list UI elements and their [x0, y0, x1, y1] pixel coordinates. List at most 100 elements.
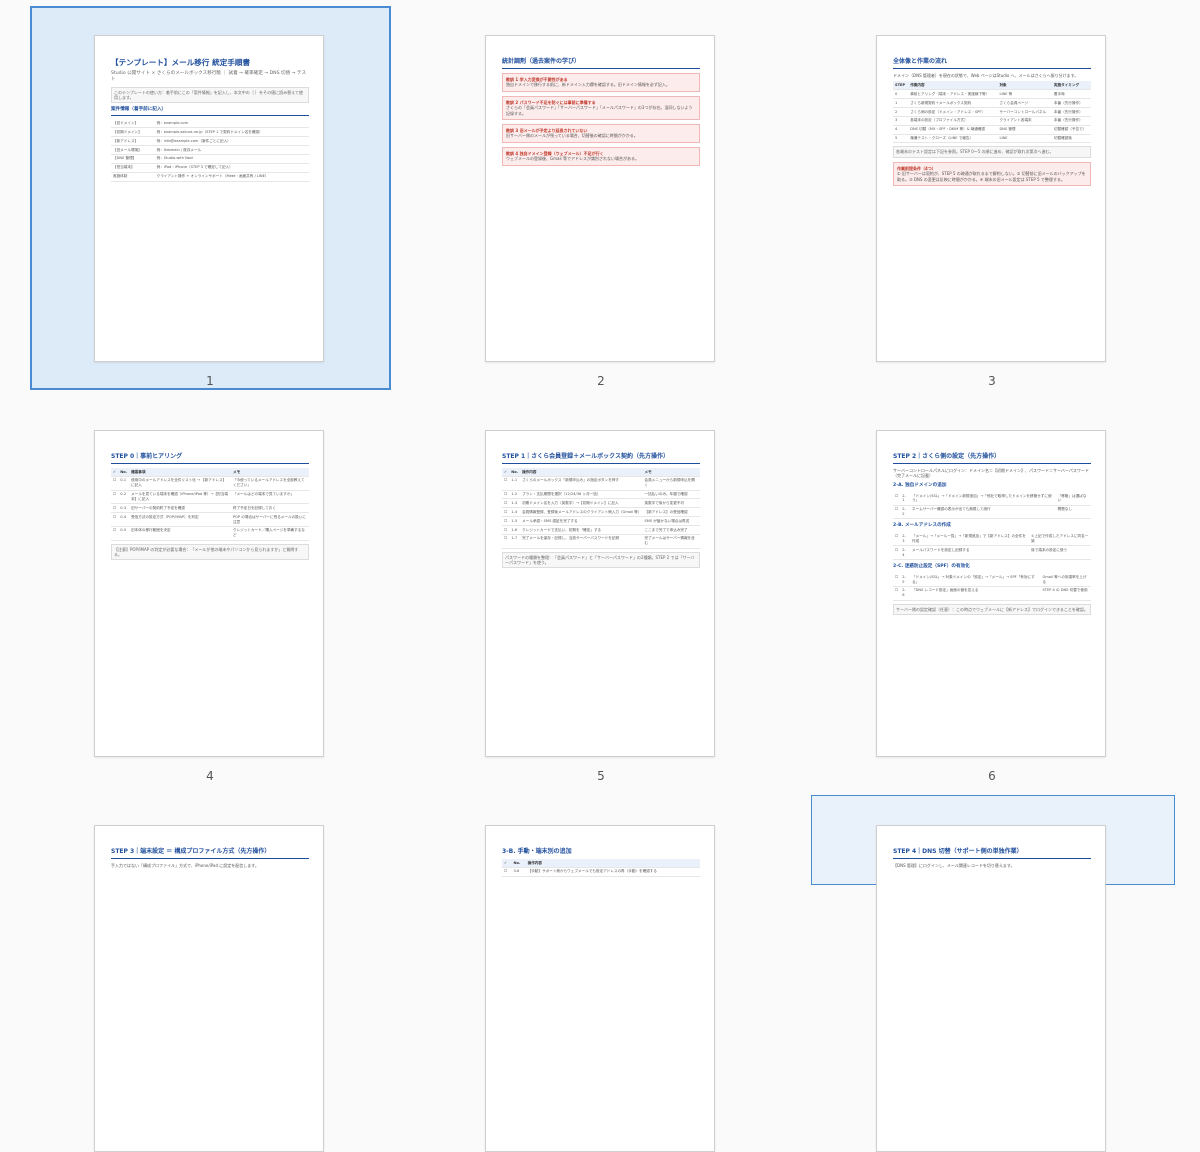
- table-cell: 切替確認後: [1051, 134, 1091, 144]
- table-cell: クライアント操作 + オンラインサポート（Meet・画面共有 / LINE）: [154, 172, 309, 182]
- table-cell: 3: [893, 116, 909, 126]
- table-row: ☐ 1-3 初期ドメイン名を入力（英数字）→【初期ドメイン】に記入 英数字で後から変更…: [502, 498, 700, 509]
- checkbox[interactable]: ☐: [502, 525, 510, 535]
- section-heading: 2-B. メールアドレスの作成: [893, 523, 951, 529]
- checklist-table: ✓ No. 確認事項 メモ ☐ 0-1 使用中のメールアドレスを全件リスト化 → 【新アド…: [111, 468, 309, 541]
- page-preview-9[interactable]: STEP 4｜DNS 切替（サポート側の単独作業） 【DNS 管理】にログインし…: [876, 825, 1106, 1152]
- column-header: No.: [118, 468, 130, 477]
- column-header: 操作内容: [520, 468, 643, 477]
- table-cell: 使用中のメールアドレスを全件リスト化 → 【新アドレス】に記入: [129, 476, 231, 491]
- checkbox[interactable]: ☐: [111, 512, 119, 527]
- page-preview-7[interactable]: STEP 3｜端末設定 ＝ 構成プロファイル方式（先方操作） 手入力ではない「構…: [94, 825, 324, 1152]
- page-note: 【注意】POP/IMAP の判定が必要な場合：「メールが他の端末やパソコンから見…: [111, 543, 309, 561]
- table-cell: クライアント各端末: [997, 116, 1052, 126]
- page-heading: 3-B. 手動・端末別の追加: [502, 848, 572, 855]
- table-cell: さくら会員ページ: [997, 98, 1052, 109]
- checkbox[interactable]: ☐: [502, 507, 510, 518]
- table-cell: 旧サーバーの契約終了予定を確認: [129, 503, 231, 514]
- page-preview-3[interactable]: 全体像と作業の流れ ドメイン（DNS 管理者）を現在の状態で、Web ページはS…: [876, 35, 1106, 362]
- column-header: メモ: [642, 468, 700, 477]
- flow-table: STEP 作業内容 対象 実施タイミング 0 事前ヒアリング（端末・アドレス・実施線下等…: [893, 81, 1091, 144]
- table-row: ☐ 0-3 旧サーバーの契約終了予定を確認 終了予定日を記録しておく: [111, 503, 309, 514]
- lesson-card: 教訓 3 旧メールが予定より延長されていない 旧サーバー側のメールが残っている場合…: [502, 124, 700, 143]
- checkbox[interactable]: ☐: [111, 503, 119, 514]
- table-row: 1 さくら新規契約＋メールボックス契約 さくら会員ページ 本番（先行操作）: [893, 98, 1091, 109]
- table-row: ☐ 2-2 ネームサーバー確認の表示が出ても無視して続行 問題なし: [893, 505, 1091, 520]
- table-row: 【DNS 管理】 例：Studio.with Navi: [111, 154, 309, 164]
- page-heading: STEP 2｜さくら側の設定（先方操作）: [893, 453, 1001, 460]
- checkbox[interactable]: ☐: [893, 545, 901, 560]
- table-header-row: STEP 作業内容 対象 実施タイミング: [893, 81, 1091, 91]
- table-row: ☐ 2-1 「ドメイン/SSL」→「ドメイン新規追加」→「他社で取得したドメインを移…: [893, 492, 1091, 506]
- table-cell: プラン・支払期間を選択（12/24/36 ヶ月一括）: [520, 490, 643, 500]
- page-preview-5[interactable]: STEP 1｜さくら会員登録＋メールボックス契約（先方操作） ✓ No. 操作内容メ…: [485, 430, 715, 757]
- checkbox[interactable]: ☐: [111, 490, 119, 505]
- table-row: ☐ 0-4 受信方法の設定方式（POP/IMAP）を判定 POP の場合はサーバーに残…: [111, 512, 309, 527]
- table-row: 5 疎通テスト・クローズ（LINE で報告） LINE 切替確認後: [893, 134, 1091, 144]
- section-heading: 案件情報（着手前に記入）: [111, 107, 167, 113]
- page-note: パスワードの種類を整理：「会員パスワード」と「サーバーパスワード」の2種類。ST…: [502, 551, 700, 569]
- table-cell: 受信方法の設定方式（POP/IMAP）を判定: [129, 512, 231, 527]
- page-preview-1[interactable]: 【テンプレート】メール移行 統定手順書 Studio 公開サイト × さくらのメ…: [94, 35, 324, 362]
- table-cell: 0: [893, 89, 909, 100]
- table-cell: ネームサーバー確認の表示が出ても無視して続行: [910, 505, 1056, 520]
- checkbox[interactable]: ☐: [111, 526, 119, 541]
- table-row: ☐ 1-5 メール承認・SMS 認証を完了する SMS が届かない場合は再送: [502, 516, 700, 526]
- page-preview-8[interactable]: 3-B. 手動・端末別の追加 ✓ No. 操作内容 ☐ 3-6 【手動】サポート側からウ…: [485, 825, 715, 1152]
- table-cell: ①上記で作成したアドレスに同名一致: [1029, 532, 1091, 547]
- table-cell: LINE: [997, 134, 1052, 144]
- page-note: サーバー側の設定確認（任意）：この時点でウェブメールに【新アドレス】でログインで…: [893, 603, 1091, 615]
- checkbox[interactable]: ☐: [893, 573, 901, 587]
- table-row: ☐ 2-3 「メール」→「メール一覧」→「新規追加」で【新アドレス】の全件を作成 ①上…: [893, 532, 1091, 547]
- page-heading: STEP 3｜端末設定 ＝ 構成プロファイル方式（先方操作）: [111, 848, 271, 855]
- table-row: 4 DNS 切替（MX・SPF・DKIM 等）& 疎通確認 DNS 管理 切替確認（予…: [893, 125, 1091, 135]
- table-cell: 英数字で後から変更不可: [642, 498, 700, 509]
- checkbox[interactable]: ☐: [502, 498, 510, 509]
- page-preview-4[interactable]: STEP 0｜事前ヒアリング ✓ No. 確認事項 メモ ☐ 0-1 使用中のメールアドレ…: [94, 430, 324, 757]
- checkbox[interactable]: ☐: [502, 476, 510, 491]
- checkbox[interactable]: ☐: [893, 532, 901, 547]
- page-preview-2[interactable]: 統計調剤（過去案件の学び） 教訓 1 学入力変換が不要性がある 独自ドメインで移行…: [485, 35, 715, 362]
- page-preview-6[interactable]: STEP 2｜さくら側の設定（先方操作） サーバーコントロールパネルにログイン：…: [876, 430, 1106, 757]
- column-header: 実施タイミング: [1051, 81, 1091, 91]
- page-heading: STEP 4｜DNS 切替（サポート側の単独作業）: [893, 848, 1023, 855]
- table-cell: STEP 4 の DNS 切替で使用: [1040, 586, 1091, 601]
- checklist-table: ✓ No. 操作内容 メモ ☐ 1-1 さくらのメールボックス「新規申込み」の指定ボタンを…: [502, 468, 700, 549]
- checkbox[interactable]: ☐: [502, 867, 512, 877]
- table-cell: 後で端末の設定に使う: [1029, 545, 1091, 560]
- table-cell: 本番（先行操作）: [1051, 107, 1091, 117]
- table-header-row: ✓ No. 操作内容: [502, 859, 700, 868]
- checkbox[interactable]: ☐: [502, 534, 510, 549]
- table-cell: 1: [893, 98, 909, 109]
- page-number-1: 1: [206, 374, 214, 388]
- table-header-row: ✓ No. 確認事項 メモ: [111, 468, 309, 477]
- table-cell: POP の場合はサーバーに残るメールの扱いに注意: [230, 512, 309, 527]
- table-row: ☐ 1-4 会員情報登録、登録後メールアドレスのクライアント側入力（Gmail 等）…: [502, 507, 700, 518]
- checkbox[interactable]: ☐: [893, 586, 901, 601]
- section-heading: 2-C. 迷惑防止設定（SPF）の有効化: [893, 564, 970, 569]
- table-cell: 1-2: [509, 490, 521, 500]
- checkbox[interactable]: ☐: [893, 505, 901, 520]
- checkbox[interactable]: ☐: [111, 476, 119, 491]
- checkbox[interactable]: ☐: [502, 516, 510, 526]
- checkbox[interactable]: ☐: [893, 492, 901, 506]
- table-cell: 1-1: [509, 476, 521, 491]
- lesson-card: 教訓 2 パスワード不足を防ぐには事前に準備する さくらの「会員パスワード」「サー…: [502, 95, 700, 121]
- column-header: STEP: [893, 81, 909, 91]
- checkbox[interactable]: ☐: [502, 490, 510, 500]
- table-cell: 本番（先行操作）: [1051, 116, 1091, 126]
- table-cell: 【旧メール環境】: [111, 145, 155, 155]
- table-cell: 旧本体の移行範囲を決定: [129, 526, 231, 541]
- table-cell: DNS 管理: [997, 125, 1052, 135]
- table-cell: 【DNS 管理】: [111, 154, 155, 164]
- table-row: 【旧メール環境】 例：Xdomain / 既存メール: [111, 145, 309, 155]
- divider: [893, 463, 1091, 465]
- table-cell: 会員情報登録、登録後メールアドレスのクライアント側入力（Gmail 等）: [520, 507, 643, 518]
- page-intro: 【DNS 管理】にログインし、メール関連レコードを切り替えます。: [893, 863, 1015, 869]
- table-cell: 各端末の設定（プロファイル方式）: [908, 116, 998, 126]
- table-cell: 2-2: [900, 505, 911, 520]
- table-row: ☐ 0-5 旧本体の移行範囲を決定 クレジットカード／購入ページを準備するなど: [111, 526, 309, 541]
- table-cell: 完了メールはサーバー情報を含む: [642, 534, 700, 549]
- doc-subtitle: Studio 公開サイト × さくらのメールボックス移行版 ｜ 試着 → 確率確…: [111, 71, 307, 83]
- table-row: ☐ 1-6 クレジットカードで支払い、初期を「確定」する ここまで完了で申込み完了: [502, 525, 700, 535]
